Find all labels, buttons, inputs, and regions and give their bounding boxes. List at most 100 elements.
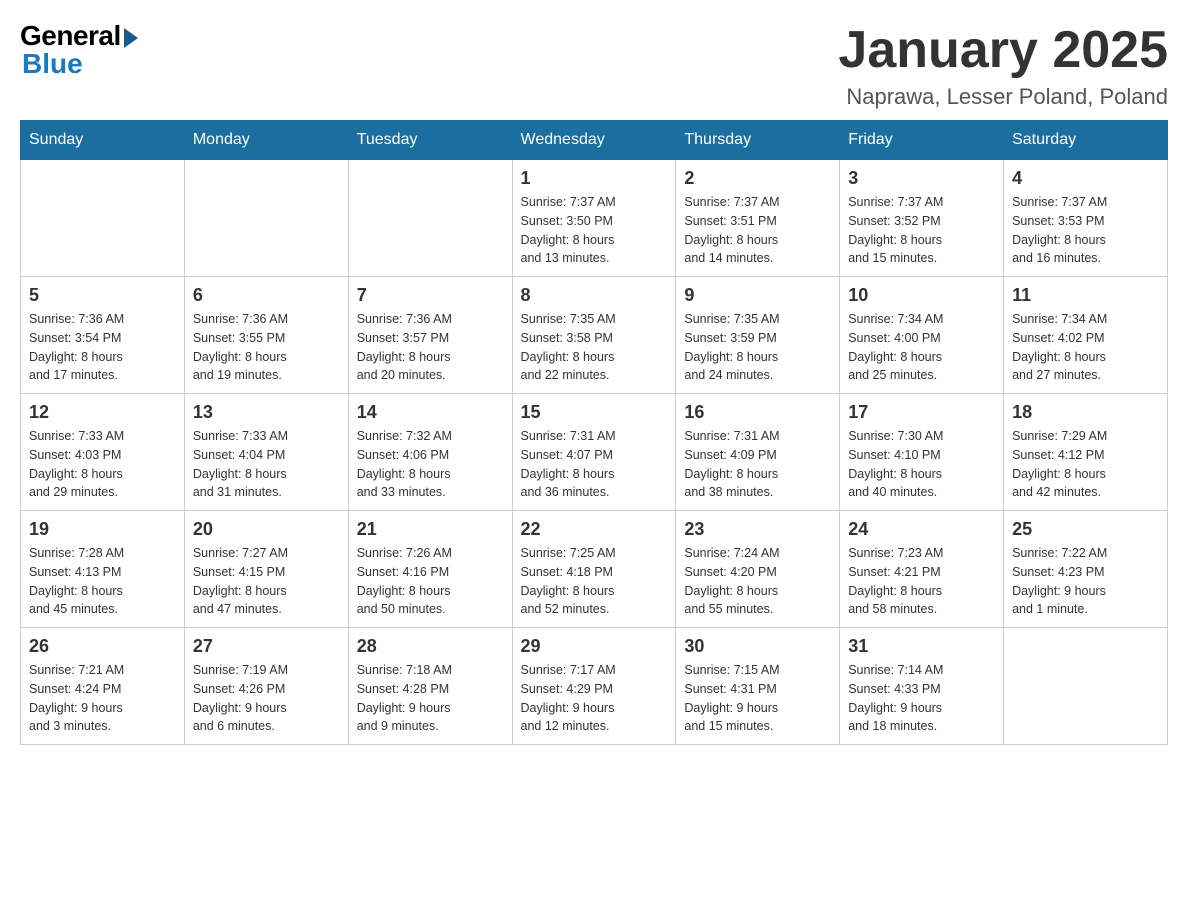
day-number: 9 — [684, 285, 831, 306]
day-info: Sunrise: 7:37 AM Sunset: 3:51 PM Dayligh… — [684, 193, 831, 268]
day-info: Sunrise: 7:18 AM Sunset: 4:28 PM Dayligh… — [357, 661, 504, 736]
day-info: Sunrise: 7:24 AM Sunset: 4:20 PM Dayligh… — [684, 544, 831, 619]
calendar-cell: 22 Sunrise: 7:25 AM Sunset: 4:18 PM Dayli… — [512, 511, 676, 628]
day-number: 2 — [684, 168, 831, 189]
calendar-cell: 26 Sunrise: 7:21 AM Sunset: 4:24 PM Dayli… — [21, 628, 185, 745]
day-info: Sunrise: 7:35 AM Sunset: 3:59 PM Dayligh… — [684, 310, 831, 385]
calendar-cell: 20 Sunrise: 7:27 AM Sunset: 4:15 PM Dayli… — [184, 511, 348, 628]
day-info: Sunrise: 7:36 AM Sunset: 3:55 PM Dayligh… — [193, 310, 340, 385]
calendar-cell: 11Sunrise: 7:34 AM Sunset: 4:02 PM Dayli… — [1004, 277, 1168, 394]
calendar-cell — [1004, 628, 1168, 745]
day-number: 8 — [521, 285, 668, 306]
weekday-header-saturday: Saturday — [1004, 121, 1168, 160]
calendar-header: SundayMondayTuesdayWednesdayThursdayFrid… — [21, 121, 1168, 160]
location-title: Naprawa, Lesser Poland, Poland — [838, 84, 1168, 110]
day-info: Sunrise: 7:17 AM Sunset: 4:29 PM Dayligh… — [521, 661, 668, 736]
calendar-cell: 24 Sunrise: 7:23 AM Sunset: 4:21 PM Dayli… — [840, 511, 1004, 628]
day-info: Sunrise: 7:23 AM Sunset: 4:21 PM Dayligh… — [848, 544, 995, 619]
day-info: Sunrise: 7:32 AM Sunset: 4:06 PM Dayligh… — [357, 427, 504, 502]
calendar-cell: 17Sunrise: 7:30 AM Sunset: 4:10 PM Dayli… — [840, 394, 1004, 511]
day-number: 24 — [848, 519, 995, 540]
calendar-cell — [21, 160, 185, 277]
day-info: Sunrise: 7:35 AM Sunset: 3:58 PM Dayligh… — [521, 310, 668, 385]
calendar-cell: 23 Sunrise: 7:24 AM Sunset: 4:20 PM Dayli… — [676, 511, 840, 628]
day-number: 23 — [684, 519, 831, 540]
calendar-cell: 30Sunrise: 7:15 AM Sunset: 4:31 PM Dayli… — [676, 628, 840, 745]
day-number: 21 — [357, 519, 504, 540]
day-info: Sunrise: 7:25 AM Sunset: 4:18 PM Dayligh… — [521, 544, 668, 619]
day-number: 22 — [521, 519, 668, 540]
day-number: 6 — [193, 285, 340, 306]
day-info: Sunrise: 7:28 AM Sunset: 4:13 PM Dayligh… — [29, 544, 176, 619]
day-info: Sunrise: 7:34 AM Sunset: 4:00 PM Dayligh… — [848, 310, 995, 385]
title-area: January 2025 Naprawa, Lesser Poland, Pol… — [838, 20, 1168, 110]
calendar-cell: 16 Sunrise: 7:31 AM Sunset: 4:09 PM Dayli… — [676, 394, 840, 511]
day-number: 25 — [1012, 519, 1159, 540]
day-info: Sunrise: 7:37 AM Sunset: 3:52 PM Dayligh… — [848, 193, 995, 268]
calendar-cell: 5Sunrise: 7:36 AM Sunset: 3:54 PM Daylig… — [21, 277, 185, 394]
weekday-header-row: SundayMondayTuesdayWednesdayThursdayFrid… — [21, 121, 1168, 160]
day-number: 28 — [357, 636, 504, 657]
calendar-cell: 31Sunrise: 7:14 AM Sunset: 4:33 PM Dayli… — [840, 628, 1004, 745]
calendar-cell: 10 Sunrise: 7:34 AM Sunset: 4:00 PM Dayli… — [840, 277, 1004, 394]
logo: General Blue — [20, 20, 138, 80]
day-number: 17 — [848, 402, 995, 423]
weekday-header-sunday: Sunday — [21, 121, 185, 160]
calendar-cell: 14 Sunrise: 7:32 AM Sunset: 4:06 PM Dayli… — [348, 394, 512, 511]
calendar-week-row: 5Sunrise: 7:36 AM Sunset: 3:54 PM Daylig… — [21, 277, 1168, 394]
weekday-header-thursday: Thursday — [676, 121, 840, 160]
calendar-cell — [348, 160, 512, 277]
calendar-week-row: 1 Sunrise: 7:37 AM Sunset: 3:50 PM Daylig… — [21, 160, 1168, 277]
calendar-cell: 18 Sunrise: 7:29 AM Sunset: 4:12 PM Dayli… — [1004, 394, 1168, 511]
calendar-cell: 12Sunrise: 7:33 AM Sunset: 4:03 PM Dayli… — [21, 394, 185, 511]
day-number: 15 — [521, 402, 668, 423]
day-info: Sunrise: 7:26 AM Sunset: 4:16 PM Dayligh… — [357, 544, 504, 619]
day-info: Sunrise: 7:29 AM Sunset: 4:12 PM Dayligh… — [1012, 427, 1159, 502]
calendar: SundayMondayTuesdayWednesdayThursdayFrid… — [20, 120, 1168, 745]
day-info: Sunrise: 7:37 AM Sunset: 3:53 PM Dayligh… — [1012, 193, 1159, 268]
logo-blue-text: Blue — [22, 48, 83, 80]
calendar-cell: 6 Sunrise: 7:36 AM Sunset: 3:55 PM Daylig… — [184, 277, 348, 394]
calendar-week-row: 26 Sunrise: 7:21 AM Sunset: 4:24 PM Dayli… — [21, 628, 1168, 745]
day-number: 3 — [848, 168, 995, 189]
day-info: Sunrise: 7:21 AM Sunset: 4:24 PM Dayligh… — [29, 661, 176, 736]
day-info: Sunrise: 7:27 AM Sunset: 4:15 PM Dayligh… — [193, 544, 340, 619]
calendar-cell: 21 Sunrise: 7:26 AM Sunset: 4:16 PM Dayli… — [348, 511, 512, 628]
day-number: 26 — [29, 636, 176, 657]
day-number: 4 — [1012, 168, 1159, 189]
day-number: 20 — [193, 519, 340, 540]
calendar-cell: 1 Sunrise: 7:37 AM Sunset: 3:50 PM Daylig… — [512, 160, 676, 277]
calendar-cell: 2 Sunrise: 7:37 AM Sunset: 3:51 PM Daylig… — [676, 160, 840, 277]
day-number: 10 — [848, 285, 995, 306]
day-number: 14 — [357, 402, 504, 423]
day-number: 7 — [357, 285, 504, 306]
day-info: Sunrise: 7:37 AM Sunset: 3:50 PM Dayligh… — [521, 193, 668, 268]
day-number: 1 — [521, 168, 668, 189]
day-number: 12 — [29, 402, 176, 423]
day-info: Sunrise: 7:14 AM Sunset: 4:33 PM Dayligh… — [848, 661, 995, 736]
weekday-header-tuesday: Tuesday — [348, 121, 512, 160]
day-number: 18 — [1012, 402, 1159, 423]
day-info: Sunrise: 7:31 AM Sunset: 4:07 PM Dayligh… — [521, 427, 668, 502]
weekday-header-friday: Friday — [840, 121, 1004, 160]
calendar-week-row: 19Sunrise: 7:28 AM Sunset: 4:13 PM Dayli… — [21, 511, 1168, 628]
day-info: Sunrise: 7:19 AM Sunset: 4:26 PM Dayligh… — [193, 661, 340, 736]
day-number: 27 — [193, 636, 340, 657]
weekday-header-monday: Monday — [184, 121, 348, 160]
day-info: Sunrise: 7:34 AM Sunset: 4:02 PM Dayligh… — [1012, 310, 1159, 385]
calendar-cell: 29Sunrise: 7:17 AM Sunset: 4:29 PM Dayli… — [512, 628, 676, 745]
calendar-week-row: 12Sunrise: 7:33 AM Sunset: 4:03 PM Dayli… — [21, 394, 1168, 511]
day-number: 13 — [193, 402, 340, 423]
day-info: Sunrise: 7:31 AM Sunset: 4:09 PM Dayligh… — [684, 427, 831, 502]
calendar-cell: 8 Sunrise: 7:35 AM Sunset: 3:58 PM Daylig… — [512, 277, 676, 394]
day-number: 30 — [684, 636, 831, 657]
month-title: January 2025 — [838, 20, 1168, 80]
day-info: Sunrise: 7:22 AM Sunset: 4:23 PM Dayligh… — [1012, 544, 1159, 619]
calendar-cell: 9 Sunrise: 7:35 AM Sunset: 3:59 PM Daylig… — [676, 277, 840, 394]
logo-arrow-icon — [124, 28, 138, 48]
day-number: 16 — [684, 402, 831, 423]
calendar-cell: 27 Sunrise: 7:19 AM Sunset: 4:26 PM Dayli… — [184, 628, 348, 745]
day-number: 5 — [29, 285, 176, 306]
weekday-header-wednesday: Wednesday — [512, 121, 676, 160]
calendar-cell: 15 Sunrise: 7:31 AM Sunset: 4:07 PM Dayli… — [512, 394, 676, 511]
